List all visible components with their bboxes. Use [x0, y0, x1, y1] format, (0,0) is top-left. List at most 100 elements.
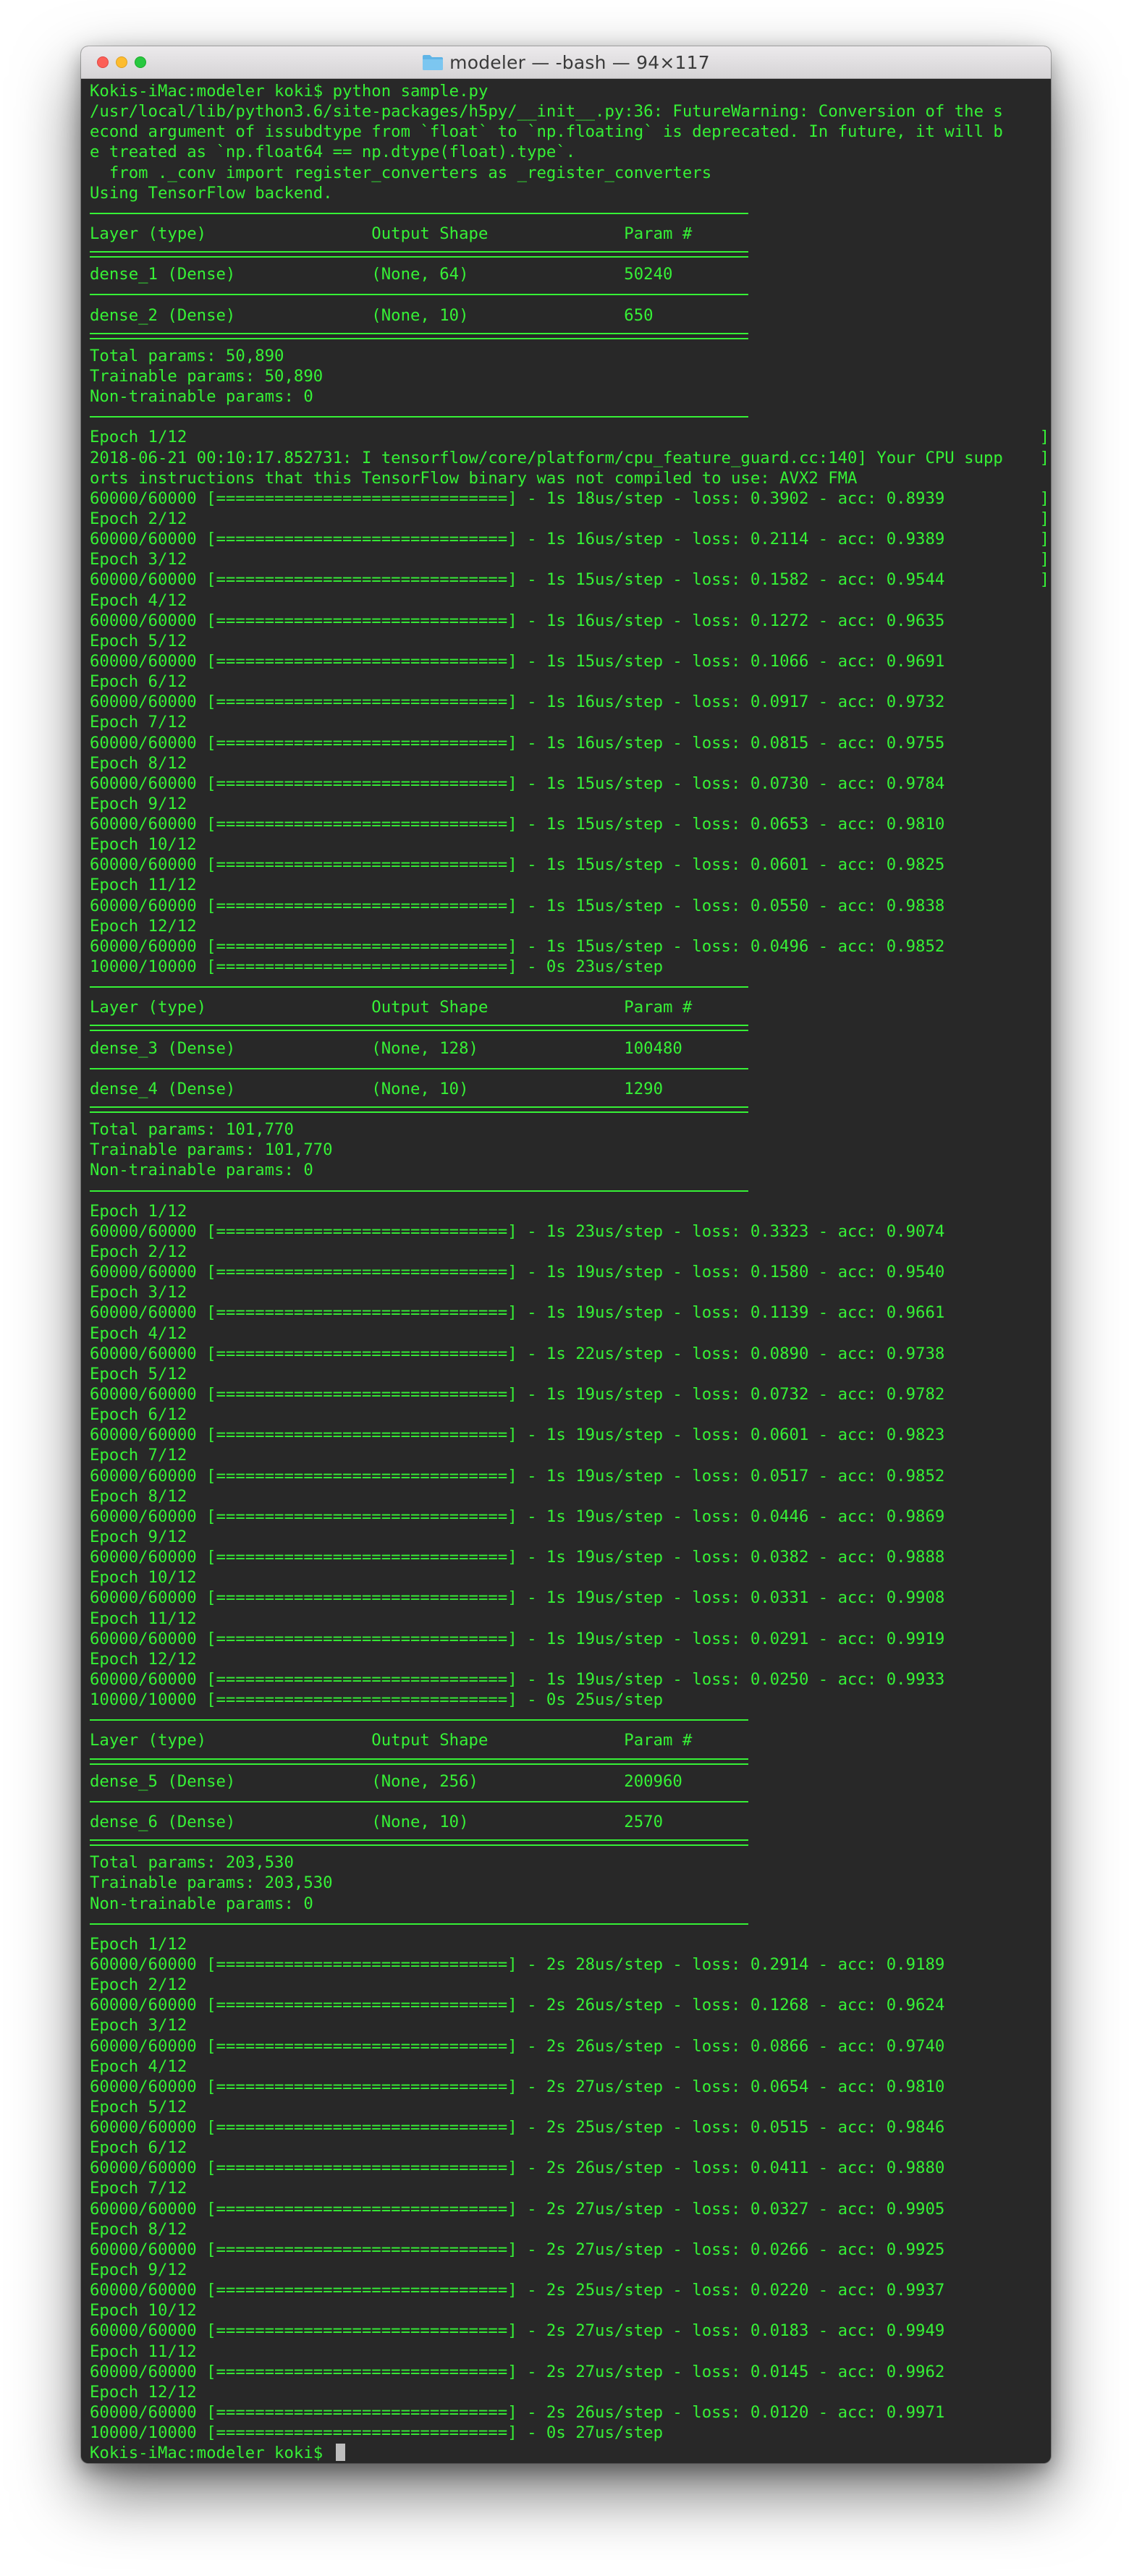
terminal-line: Epoch 7/12: [90, 2179, 187, 2198]
separator-rule: [90, 284, 1051, 305]
terminal-line: 60000/60000 [===========================…: [90, 2403, 945, 2423]
terminal-line: /usr/local/lib/python3.6/site-packages/h…: [90, 102, 1003, 122]
terminal-line: Epoch 3/12: [90, 2016, 187, 2035]
separator-rule: [90, 407, 1051, 427]
bracket-mark: ]: [1039, 428, 1049, 447]
terminal-line: dense_1 (Dense) (None, 64) 50240: [90, 265, 673, 284]
terminal-line: dense_4 (Dense) (None, 10) 1290: [90, 1079, 664, 1098]
terminal-line: 60000/60000 [===========================…: [90, 1344, 945, 1363]
shell-prompt: Kokis-iMac:modeler koki$: [90, 2444, 333, 2463]
terminal-line: 60000/60000 [===========================…: [90, 1385, 945, 1404]
terminal-line: 60000/60000 [===========================…: [90, 2240, 945, 2259]
terminal-line: Total params: 101,770: [90, 1120, 294, 1140]
terminal-line: 60000/60000 [===========================…: [90, 2158, 945, 2178]
terminal-line: Epoch 1/12][: [90, 427, 1051, 447]
terminal-line: Epoch 6/12: [90, 1405, 187, 1425]
terminal-line: Trainable params: 101,770: [90, 1140, 333, 1160]
separator-rule: [90, 244, 1051, 264]
terminal-line: 60000/60000 [===========================…: [90, 2036, 945, 2056]
terminal-line: Layer (type) Output Shape Param #: [90, 998, 693, 1017]
terminal-line: 60000/60000 [===========================…: [90, 2199, 945, 2219]
terminal-line: Epoch 1/12: [90, 1934, 187, 1954]
prompt-line[interactable]: Kokis-iMac:modeler koki$: [90, 2443, 1051, 2463]
terminal-line: 10000/10000 [===========================…: [90, 957, 664, 977]
terminal-line: Non-trainable params: 0: [90, 387, 313, 407]
bracket-mark: ]: [1039, 530, 1049, 549]
terminal-line: Layer (type) Output Shape Param #: [90, 224, 693, 243]
terminal-line: Epoch 12/12: [90, 916, 197, 936]
terminal-line: Epoch 5/12: [90, 2097, 187, 2117]
separator-rule: [90, 1017, 1051, 1038]
separator-rule: [90, 977, 1051, 997]
terminal-line: 2018-06-21 00:10:17.852731: I tensorflow…: [90, 448, 1049, 467]
terminal-line: Epoch 11/12: [90, 2342, 197, 2361]
terminal-line: 60000/60000 [===========================…: [90, 1548, 945, 1567]
separator-rule: [90, 1832, 1051, 1852]
terminal-line: 60000/60000 [===========================…: [90, 2321, 945, 2341]
terminal-line: 60000/60000 [===========================…: [90, 1629, 945, 1648]
terminal-line: Epoch 6/12: [90, 672, 187, 692]
separator-rule: [90, 326, 1051, 346]
terminal-line: 60000/60000 [===========================…: [90, 1303, 945, 1323]
terminal-line: Epoch 2/12: [90, 1242, 187, 1262]
terminal-line: Epoch 12/12: [90, 2382, 197, 2402]
terminal-line: Epoch 11/12: [90, 876, 197, 895]
terminal-line: Epoch 4/12: [90, 1323, 187, 1343]
terminal-line: orts instructions that this TensorFlow b…: [90, 468, 858, 488]
terminal-line: dense_6 (Dense) (None, 10) 2570: [90, 1812, 664, 1831]
terminal-line: 60000/60000 [===========================…: [90, 774, 945, 793]
terminal-line: Total params: 203,530: [90, 1853, 294, 1873]
terminal-line: Trainable params: 203,530: [90, 1873, 333, 1893]
terminal-line: Epoch 5/12: [90, 1364, 187, 1384]
terminal-line: econd argument of issubdtype from `float…: [90, 122, 1003, 142]
terminal-line: Epoch 8/12: [90, 753, 187, 773]
separator-rule: [90, 1914, 1051, 1934]
terminal-line: 60000/60000 [===========================…: [90, 692, 945, 712]
terminal-line: Epoch 7/12: [90, 713, 187, 732]
terminal-line: Epoch 8/12: [90, 2219, 187, 2239]
terminal-line: 60000/60000 [===========================…: [90, 1507, 945, 1526]
terminal-line: Total params: 50,890: [90, 346, 284, 365]
terminal-line: Non-trainable params: 0: [90, 1161, 313, 1180]
bracket-mark: ]: [1039, 488, 1049, 508]
terminal-line: 60000/60000 [===========================…: [90, 1263, 945, 1282]
terminal-line: Epoch 4/12: [90, 2056, 187, 2076]
terminal-line: 60000/60000 [===========================…: [90, 1588, 945, 1608]
terminal-line: Using TensorFlow backend.: [90, 183, 333, 203]
terminal-line: 60000/60000 [===========================…: [90, 1996, 945, 2015]
terminal-line: Epoch 11/12: [90, 1609, 197, 1628]
terminal-line: Epoch 3/12: [90, 1283, 187, 1302]
terminal-line: 60000/60000 [===========================…: [90, 530, 1049, 549]
terminal-line: 60000/60000 [===========================…: [90, 651, 945, 671]
window-title: modeler — -bash — 94×117: [449, 51, 710, 73]
terminal-line: Epoch 9/12: [90, 794, 187, 813]
terminal-line: Epoch 1/12: [90, 1201, 187, 1221]
terminal-line: Trainable params: 50,890: [90, 366, 324, 386]
terminal-line: Epoch 5/12: [90, 631, 187, 651]
terminal-line: from ._conv import register_converters a…: [90, 163, 712, 182]
bracket-mark: [: [90, 509, 92, 529]
title-bar[interactable]: modeler — -bash — 94×117: [81, 46, 1051, 79]
text-cursor: [335, 2444, 345, 2462]
terminal-line: 60000/60000 [===========================…: [90, 488, 1051, 509]
terminal-line: 60000/60000 [===========================…: [90, 611, 945, 630]
terminal-line: e treated as `np.float64 == np.dtype(flo…: [90, 143, 576, 162]
terminal-line: dense_5 (Dense) (None, 256) 200960: [90, 1771, 682, 1791]
separator-rule: [90, 203, 1051, 224]
terminal-line: Epoch 8/12: [90, 1486, 187, 1506]
terminal-line: Epoch 10/12: [90, 2301, 197, 2321]
terminal-line: 60000/60000 [===========================…: [90, 936, 945, 956]
terminal-line: dense_3 (Dense) (None, 128) 100480: [90, 1038, 682, 1058]
bracket-mark: ]: [1039, 550, 1049, 569]
terminal-line: Kokis-iMac:modeler koki$ python sample.p…: [90, 82, 489, 101]
terminal-line: Epoch 10/12: [90, 835, 197, 855]
bracket-mark: [: [90, 549, 92, 569]
terminal-line: 60000/60000 [===========================…: [90, 2077, 945, 2096]
terminal-line: Epoch 2/12][: [90, 509, 1051, 529]
terminal-line: Epoch 9/12: [90, 1527, 187, 1546]
terminal-line: 60000/60000 [===========================…: [90, 1466, 945, 1486]
terminal-line: Epoch 6/12: [90, 2138, 187, 2158]
bracket-mark: [: [90, 488, 92, 509]
separator-rule: [90, 1099, 1051, 1119]
terminal-output[interactable]: Kokis-iMac:modeler koki$ python sample.p…: [90, 81, 1051, 2463]
